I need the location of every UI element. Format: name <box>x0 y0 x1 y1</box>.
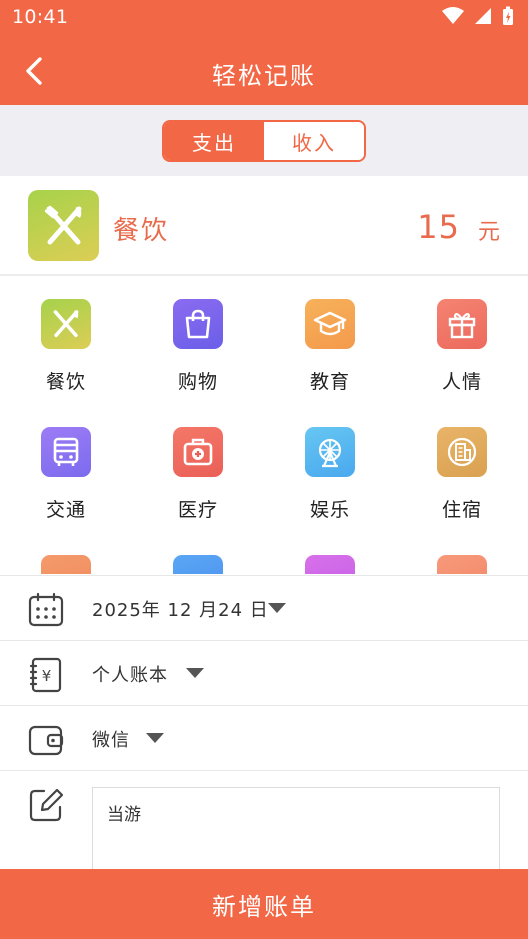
date-value: 2025年 12 月24 日 <box>92 600 269 621</box>
battery-icon <box>503 6 513 25</box>
status-bar: 10:41 <box>0 0 528 36</box>
tab-expense[interactable]: 支出 <box>164 122 264 160</box>
status-icons <box>442 6 514 26</box>
bus-icon <box>41 427 91 477</box>
tab-income[interactable]: 收入 <box>264 122 364 160</box>
selected-category-label: 餐饮 <box>113 216 170 246</box>
svg-text:¥: ¥ <box>42 667 52 685</box>
shopping-bag-icon <box>173 299 223 349</box>
amount-value[interactable]: 15 <box>417 208 460 246</box>
selected-category-row: 餐饮 15 元 <box>0 176 528 276</box>
type-switch-area: 支出 收入 <box>0 105 528 176</box>
book-value: 个人账本 <box>92 665 168 686</box>
category-label: 交通 <box>45 499 86 521</box>
category-label: 住宿 <box>441 499 482 521</box>
gift-icon <box>437 299 487 349</box>
chevron-down-icon <box>146 733 164 743</box>
partial-icon <box>305 555 355 574</box>
fork-knife-icon <box>41 299 91 349</box>
wifi-icon <box>442 7 464 24</box>
category-item[interactable]: 住宿 <box>396 406 528 534</box>
type-segmented-control: 支出 收入 <box>162 120 366 162</box>
app-bar: 轻松记账 <box>0 36 528 105</box>
category-item[interactable]: 教育 <box>264 278 396 406</box>
category-label: 人情 <box>441 371 482 393</box>
chevron-down-icon <box>186 668 204 678</box>
partial-icon <box>173 555 223 574</box>
partial-icon <box>41 555 91 574</box>
category-item[interactable]: 人情 <box>396 278 528 406</box>
category-item[interactable] <box>396 534 528 574</box>
category-item[interactable] <box>264 534 396 574</box>
account-value: 微信 <box>92 730 130 751</box>
currency-unit: 元 <box>477 220 500 245</box>
signal-icon <box>475 8 491 24</box>
category-item[interactable] <box>132 534 264 574</box>
wallet-icon <box>28 725 64 756</box>
fork-knife-icon <box>28 190 99 261</box>
medical-kit-icon <box>173 427 223 477</box>
category-label: 医疗 <box>177 499 218 521</box>
add-bill-button[interactable]: 新增账单 <box>0 869 528 939</box>
category-label: 娱乐 <box>309 499 350 521</box>
top-bar: 10:41 轻松记账 <box>0 0 528 105</box>
category-item[interactable]: 交通 <box>0 406 132 534</box>
status-time: 10:41 <box>12 6 69 28</box>
ledger-book-icon: ¥ <box>29 657 62 693</box>
page-title: 轻松记账 <box>212 62 316 90</box>
category-label: 购物 <box>177 371 218 393</box>
graduation-cap-icon <box>305 299 355 349</box>
partial-icon <box>437 555 487 574</box>
category-item[interactable]: 餐饮 <box>0 278 132 406</box>
book-row[interactable]: ¥ 个人账本 <box>0 640 528 705</box>
date-row[interactable]: 2025年 12 月24 日 <box>0 575 528 640</box>
ferris-wheel-icon <box>305 427 355 477</box>
category-grid: 餐饮 购物 教育 人情交通 医疗 娱乐 住宿 <box>0 278 528 574</box>
chevron-down-icon <box>268 603 286 613</box>
category-item[interactable] <box>0 534 132 574</box>
category-item[interactable]: 购物 <box>132 278 264 406</box>
building-icon <box>437 427 487 477</box>
edit-icon <box>29 788 64 822</box>
category-label: 餐饮 <box>45 371 86 393</box>
note-row: 当游 <box>0 770 528 897</box>
calendar-icon <box>28 592 64 627</box>
account-row[interactable]: 微信 <box>0 705 528 770</box>
category-item[interactable]: 娱乐 <box>264 406 396 534</box>
category-label: 教育 <box>309 371 350 393</box>
category-item[interactable]: 医疗 <box>132 406 264 534</box>
